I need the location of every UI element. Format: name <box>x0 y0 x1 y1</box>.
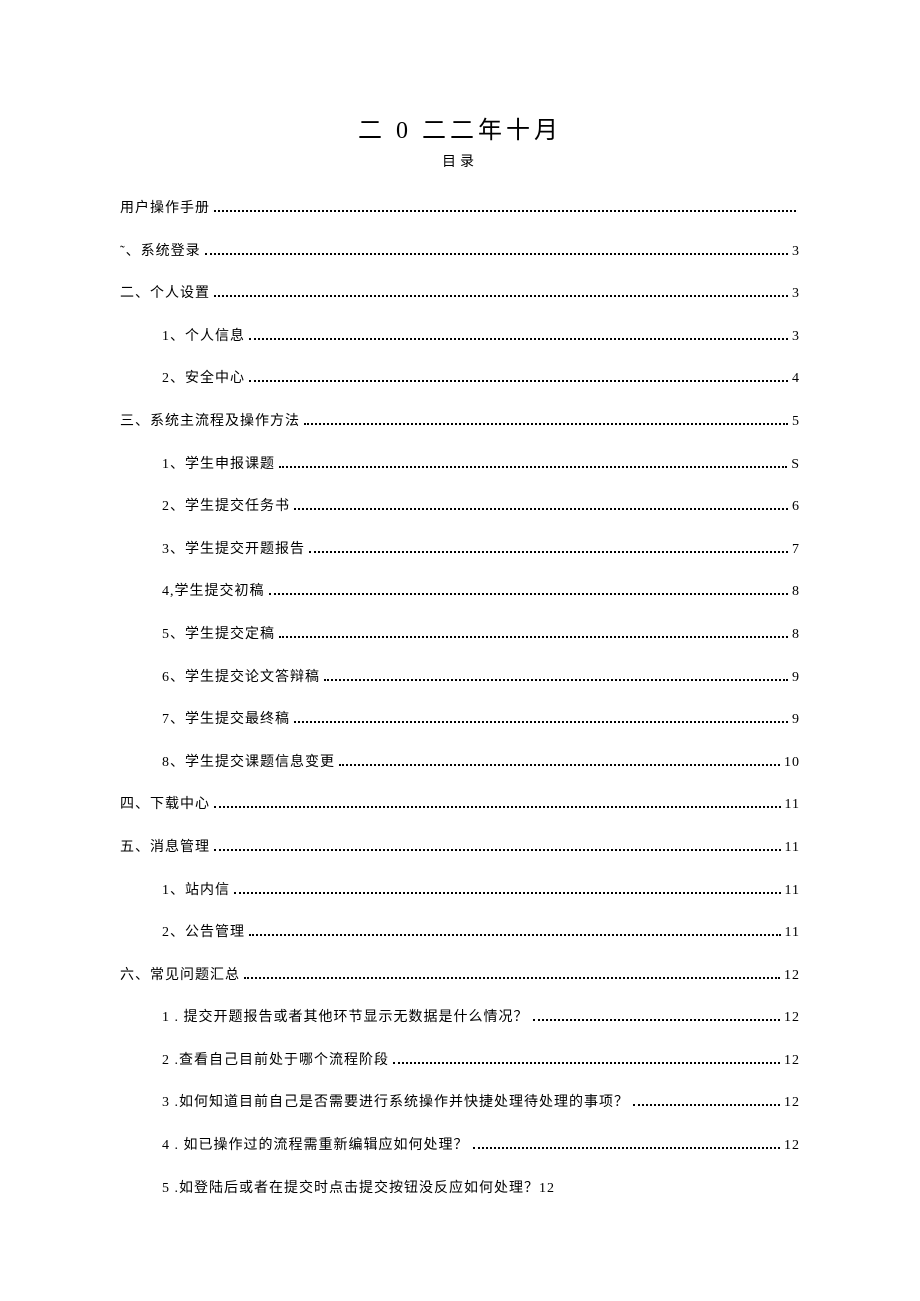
toc-leader-dots <box>269 593 789 595</box>
toc-entry: 3 .如何知道目前自己是否需要进行系统操作并快捷处理待处理的事项？ 12 <box>120 1093 800 1113</box>
toc-entry: 8、学生提交课题信息变更 10 <box>120 753 800 773</box>
toc-label: 4,学生提交初稿 <box>162 582 265 602</box>
toc-label: 4 . 如已操作过的流程需重新编辑应如何处理？ <box>162 1136 469 1156</box>
toc-page-number: 3 <box>792 242 800 262</box>
toc-entry: 1、站内信 11 <box>120 881 800 901</box>
toc-page-number: 3 <box>792 284 800 304</box>
toc-leader-dots <box>205 253 788 255</box>
toc-label: 2、学生提交任务书 <box>162 497 290 517</box>
toc-page-number: 3 <box>792 327 800 347</box>
toc-leader-dots <box>249 934 781 936</box>
toc-entry: 用户操作手册 <box>120 199 800 219</box>
toc-label: 3 .如何知道目前自己是否需要进行系统操作并快捷处理待处理的事项？ <box>162 1093 629 1113</box>
toc-page-number: 11 <box>785 923 800 943</box>
toc-page-number: 11 <box>785 838 800 858</box>
table-of-contents: 用户操作手册 ˜、系统登录 3 二、个人设置 3 1、个人信息 3 2、安全中心 4 三、系统主流… <box>120 199 800 1198</box>
toc-entry: 2、安全中心 4 <box>120 369 800 389</box>
toc-entry: 二、个人设置 3 <box>120 284 800 304</box>
toc-leader-dots <box>393 1062 780 1064</box>
toc-label: 六、常见问题汇总 <box>120 966 240 986</box>
toc-entry: 三、系统主流程及操作方法 5 <box>120 412 800 432</box>
toc-leader-dots <box>234 892 781 894</box>
toc-leader-dots <box>214 210 796 212</box>
toc-page-number: 6 <box>792 497 800 517</box>
toc-label: 用户操作手册 <box>120 199 210 219</box>
toc-page-number: 12 <box>784 1008 800 1028</box>
toc-entry: 6、学生提交论文答辩稿 9 <box>120 668 800 688</box>
toc-leader-dots <box>324 679 788 681</box>
toc-page-number: 12 <box>784 1093 800 1113</box>
toc-page-number: 10 <box>784 753 800 773</box>
toc-entry: 7、学生提交最终稿 9 <box>120 710 800 730</box>
toc-label: 四、下载中心 <box>120 795 210 815</box>
toc-leader-dots <box>214 849 781 851</box>
toc-leader-dots <box>244 977 780 979</box>
toc-entry: 5、学生提交定稿 8 <box>120 625 800 645</box>
toc-entry: 1 . 提交开题报告或者其他环节显示无数据是什么情况？ 12 <box>120 1008 800 1028</box>
document-title: 二 0 二二年十月 <box>120 110 800 145</box>
toc-entry: 3、学生提交开题报告 7 <box>120 540 800 560</box>
toc-entry: 五、消息管理 11 <box>120 838 800 858</box>
toc-label: 1、站内信 <box>162 881 230 901</box>
toc-page-number: 12 <box>784 1051 800 1071</box>
toc-label: 三、系统主流程及操作方法 <box>120 412 300 432</box>
toc-label: 1 . 提交开题报告或者其他环节显示无数据是什么情况？ <box>162 1008 529 1028</box>
toc-leader-dots <box>214 295 788 297</box>
toc-label: 2、安全中心 <box>162 369 245 389</box>
toc-leader-dots <box>294 508 788 510</box>
toc-page-number: 5 <box>792 412 800 432</box>
toc-page-number: 8 <box>792 625 800 645</box>
toc-label: 2、公告管理 <box>162 923 245 943</box>
toc-label: 3、学生提交开题报告 <box>162 540 305 560</box>
toc-page-number: 12 <box>784 966 800 986</box>
toc-leader-dots <box>279 466 787 468</box>
toc-page-number: 9 <box>792 710 800 730</box>
toc-label: 1、个人信息 <box>162 327 245 347</box>
toc-entry: 2 .查看自己目前处于哪个流程阶段 12 <box>120 1051 800 1071</box>
toc-label: 1、学生申报课题 <box>162 455 275 475</box>
toc-entry: 4,学生提交初稿 8 <box>120 582 800 602</box>
toc-leader-dots <box>473 1147 781 1149</box>
document-subtitle: 目录 <box>120 151 800 171</box>
toc-leader-dots <box>339 764 780 766</box>
toc-page-number: 12 <box>784 1136 800 1156</box>
toc-entry: 1、个人信息 3 <box>120 327 800 347</box>
toc-label: 7、学生提交最终稿 <box>162 710 290 730</box>
toc-label: 6、学生提交论文答辩稿 <box>162 668 320 688</box>
toc-label: 二、个人设置 <box>120 284 210 304</box>
toc-entry: ˜、系统登录 3 <box>120 242 800 262</box>
toc-label: 五、消息管理 <box>120 838 210 858</box>
toc-leader-dots <box>309 551 788 553</box>
toc-page-number: 4 <box>792 369 800 389</box>
toc-entry: 5 .如登陆后或者在提交时点击提交按钮没反应如何处理？12 <box>120 1179 800 1199</box>
toc-page-number: 8 <box>792 582 800 602</box>
toc-page-number: 9 <box>792 668 800 688</box>
toc-page-number: 11 <box>785 881 800 901</box>
toc-entry: 4 . 如已操作过的流程需重新编辑应如何处理？ 12 <box>120 1136 800 1156</box>
toc-label: 8、学生提交课题信息变更 <box>162 753 335 773</box>
toc-leader-dots <box>249 338 788 340</box>
toc-page-number: 11 <box>785 795 800 815</box>
toc-page-number: S <box>791 455 800 475</box>
toc-label: 5 .如登陆后或者在提交时点击提交按钮没反应如何处理？12 <box>162 1179 555 1199</box>
toc-leader-dots <box>294 721 788 723</box>
toc-label: ˜、系统登录 <box>120 242 201 262</box>
toc-label: 5、学生提交定稿 <box>162 625 275 645</box>
toc-entry: 六、常见问题汇总 12 <box>120 966 800 986</box>
toc-entry: 2、公告管理 11 <box>120 923 800 943</box>
toc-leader-dots <box>633 1104 780 1106</box>
toc-page-number: 7 <box>792 540 800 560</box>
toc-leader-dots <box>279 636 788 638</box>
toc-entry: 2、学生提交任务书 6 <box>120 497 800 517</box>
toc-leader-dots <box>214 806 781 808</box>
toc-entry: 四、下载中心 11 <box>120 795 800 815</box>
toc-entry: 1、学生申报课题 S <box>120 455 800 475</box>
toc-leader-dots <box>304 423 788 425</box>
toc-leader-dots <box>533 1019 781 1021</box>
toc-leader-dots <box>249 380 788 382</box>
toc-label: 2 .查看自己目前处于哪个流程阶段 <box>162 1051 389 1071</box>
